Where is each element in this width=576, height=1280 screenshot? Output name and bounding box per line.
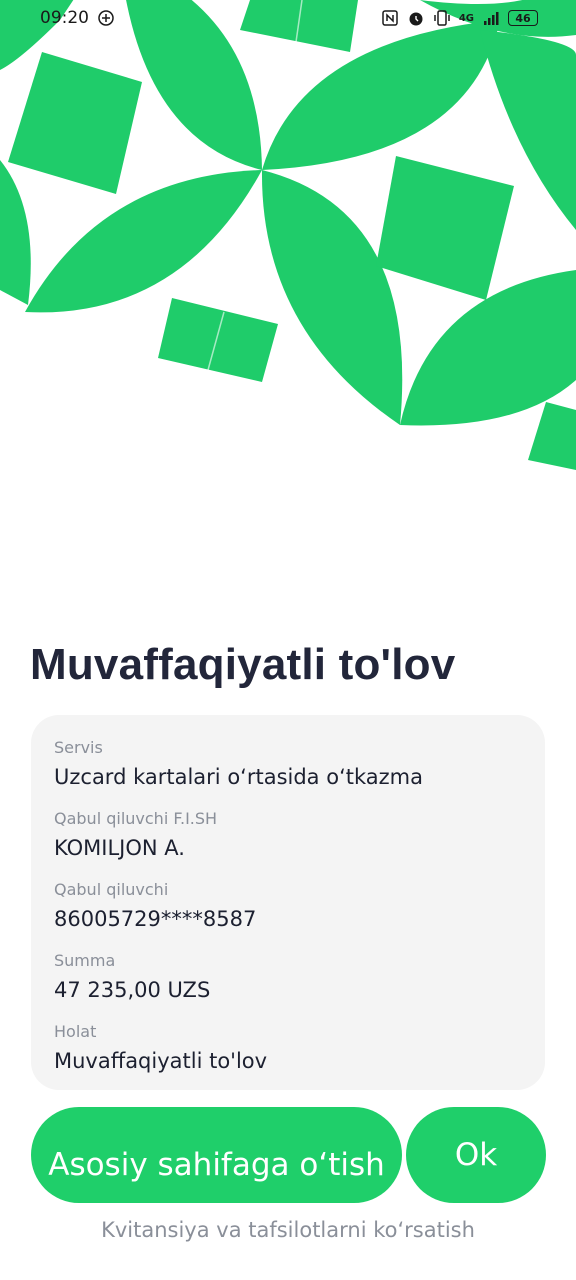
detail-row-amount: Summa 47 235,00 UZS: [54, 951, 523, 1021]
status-time: 09:20: [40, 8, 89, 28]
home-page-button-label: Asosiy sahifaga o‘tish: [48, 1147, 385, 1183]
status-left: 09:20: [40, 8, 115, 28]
vibrate-icon: [434, 10, 450, 26]
network-type: 4G: [458, 12, 474, 24]
ok-button[interactable]: Ok: [406, 1107, 546, 1203]
detail-label: Qabul qiluvchi F.I.SH: [54, 809, 218, 828]
detail-row-recipient-name: Qabul qiluvchi F.I.SH KOMILJON A.: [54, 809, 523, 879]
detail-value: Uzcard kartalari o‘rtasida o‘tkazma: [54, 765, 423, 789]
detail-value: Muvaffaqiyatli to'lov: [54, 1049, 268, 1073]
detail-row-status: Holat Muvaffaqiyatli to'lov: [54, 1022, 523, 1092]
detail-label: Servis: [54, 738, 103, 757]
detail-row-service: Servis Uzcard kartalari o‘rtasida o‘tkaz…: [54, 738, 523, 808]
battery-icon: 46: [508, 10, 538, 26]
show-receipt-link[interactable]: Kvitansiya va tafsilotlarni ko‘rsatish: [0, 1218, 576, 1242]
detail-label: Summa: [54, 951, 116, 970]
detail-label: Qabul qiluvchi: [54, 880, 169, 899]
header-pattern: [0, 0, 576, 470]
detail-value: 86005729****8587: [54, 907, 257, 931]
page-title: Muvaffaqiyatli to'lov: [30, 640, 456, 689]
detail-row-recipient-card: Qabul qiluvchi 86005729****8587: [54, 880, 523, 950]
status-bar: 09:20 4G 46: [0, 0, 576, 36]
nfc-icon: [382, 10, 398, 26]
location-icon: [98, 10, 114, 26]
detail-value: KOMILJON A.: [54, 836, 185, 860]
detail-label: Holat: [54, 1022, 97, 1041]
signal-icon: [484, 12, 499, 25]
alarm-icon: [409, 12, 423, 26]
detail-value: 47 235,00 UZS: [54, 978, 211, 1002]
status-right: 4G 46: [381, 9, 538, 27]
battery-level: 46: [515, 11, 531, 25]
payment-details-card: Servis Uzcard kartalari o‘rtasida o‘tkaz…: [31, 715, 545, 1090]
home-page-button[interactable]: Asosiy sahifaga o‘tish: [31, 1107, 402, 1203]
